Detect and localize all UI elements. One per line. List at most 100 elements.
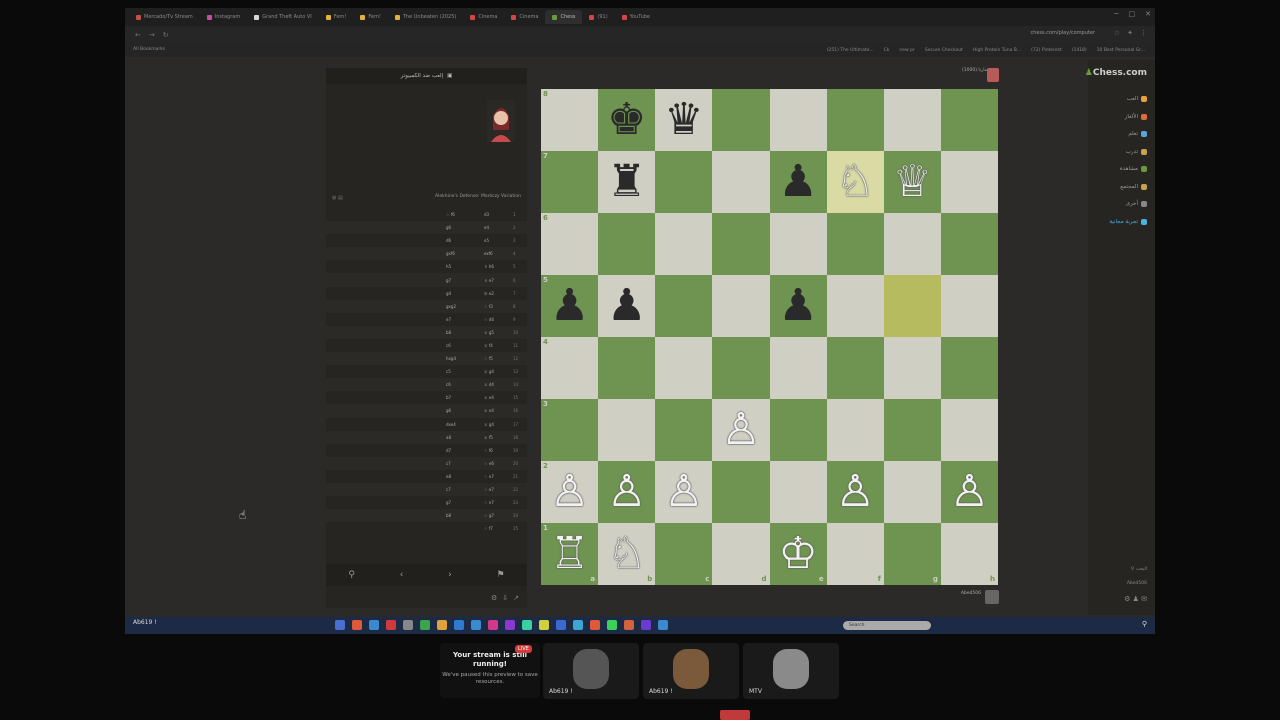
board-square[interactable] xyxy=(883,89,941,151)
resign-flag-icon[interactable]: ⚑ xyxy=(496,570,504,580)
board-square[interactable]: ♟ xyxy=(769,275,827,337)
board-square[interactable] xyxy=(598,213,656,275)
board-square[interactable]: ♙ xyxy=(655,461,713,523)
browser-tab[interactable]: Fem! xyxy=(319,14,354,20)
tray-search-icon[interactable]: ⚲ xyxy=(1142,620,1147,628)
browser-tab[interactable]: Grand Theft Auto VI xyxy=(247,14,319,20)
board-square[interactable] xyxy=(712,337,770,399)
board-square[interactable] xyxy=(940,213,998,275)
taskbar-app-icon[interactable] xyxy=(573,620,583,630)
board-square[interactable]: ♙ xyxy=(712,399,770,461)
board-square[interactable]: ♟ xyxy=(769,151,827,213)
rail-nav-item[interactable]: تجربة مجانية xyxy=(1109,218,1147,225)
bookmark-item[interactable]: Secure Checkout xyxy=(925,48,963,53)
board-square[interactable] xyxy=(598,337,656,399)
stream-thumbnail[interactable]: Ab619 ! xyxy=(643,643,739,699)
taskbar-app-icon[interactable] xyxy=(658,620,668,630)
move-row[interactable]: gxg2 ♘ f3 8 xyxy=(326,299,527,313)
board-square[interactable]: ♙ xyxy=(598,461,656,523)
board-square[interactable] xyxy=(655,399,713,461)
browser-tab[interactable]: The Unbeaten (2025) xyxy=(388,14,463,20)
chess-piece[interactable]: ♕ xyxy=(893,160,932,204)
board-square[interactable]: ♛ xyxy=(655,89,713,151)
move-row[interactable]: ♘ f7 25 xyxy=(326,522,527,535)
board-square[interactable] xyxy=(940,151,998,213)
taskbar-app-icon[interactable] xyxy=(505,620,515,630)
board-square[interactable]: ♙ xyxy=(826,461,884,523)
taskbar-app-icon[interactable] xyxy=(590,620,600,630)
board-square[interactable]: f xyxy=(826,523,884,585)
board-square[interactable] xyxy=(712,461,770,523)
move-row[interactable]: ♘ f6 d3 1 xyxy=(326,208,527,221)
chess-piece[interactable]: ♟ xyxy=(778,284,817,328)
move-row[interactable]: a8 ♕ f5 18 xyxy=(326,430,527,444)
taskbar-app-icon[interactable] xyxy=(386,620,396,630)
forward-icon[interactable]: → xyxy=(149,31,155,39)
taskbar-app-icon[interactable] xyxy=(369,620,379,630)
move-row[interactable]: d6 e5 3 xyxy=(326,234,527,247)
chess-piece[interactable]: ♔ xyxy=(778,532,817,576)
stream-thumbnail[interactable]: MTV xyxy=(743,643,839,699)
share-icon[interactable]: ↗ xyxy=(513,594,519,602)
board-square[interactable]: c xyxy=(655,523,713,585)
board-square[interactable]: b ♘ xyxy=(598,523,656,585)
move-row[interactable]: e8 ♘ e7 21 xyxy=(326,470,527,483)
move-row[interactable]: e7 ♘ d4 9 xyxy=(326,313,527,326)
bookmark-item[interactable]: Ck xyxy=(884,48,890,53)
board-square[interactable] xyxy=(655,213,713,275)
browser-tab[interactable]: Mercado/Tv Stream xyxy=(129,14,200,20)
browser-tab[interactable]: Cinema xyxy=(504,14,545,20)
board-square[interactable] xyxy=(769,461,827,523)
chesscom-logo[interactable]: ♟Chess.com xyxy=(1085,68,1147,78)
menu-icon[interactable]: ⋮ xyxy=(1140,29,1147,37)
rail-nav-item[interactable]: الألغاز xyxy=(1125,113,1147,120)
bookmark-item[interactable]: new pr xyxy=(899,48,914,53)
chess-piece[interactable]: ♙ xyxy=(721,408,760,452)
chess-board[interactable]: 8 ♚ ♛ 7 ♜ ♟ ♘ ♕ 6 5 ♟ ♟ ♟ 4 3 ♙ 2 ♙ ♙ ♙ ♙ ♙ 1 a ♖ b ♘ c d e ♔ f g h xyxy=(541,89,998,585)
move-row[interactable]: b8 ♕ g5 10 xyxy=(326,325,527,339)
extensions-icon[interactable]: ✦ xyxy=(1127,29,1133,37)
board-square[interactable] xyxy=(883,399,941,461)
board-square[interactable] xyxy=(826,275,884,337)
move-row[interactable]: c7 ♘ e7 22 xyxy=(326,482,527,497)
browser-tab[interactable]: Fem! xyxy=(353,14,388,20)
rail-nav-item[interactable]: العب xyxy=(1127,96,1147,102)
chess-piece[interactable]: ♙ xyxy=(950,470,989,514)
taskbar-app-icon[interactable] xyxy=(624,620,634,630)
board-square[interactable]: 6 xyxy=(541,213,599,275)
download-icon[interactable]: ⇩ xyxy=(502,594,508,602)
bookmark-item[interactable]: (72) Pinterest xyxy=(1031,48,1062,53)
move-row[interactable]: g4 ♔ e2 7 xyxy=(326,287,527,300)
rail-search[interactable]: ⚲ البحث xyxy=(1131,567,1147,572)
taskbar-app-icon[interactable] xyxy=(420,620,430,630)
star-icon[interactable]: ☆ xyxy=(1114,29,1120,37)
board-square[interactable]: 1 a ♖ xyxy=(541,523,599,585)
taskbar-widget[interactable]: Ab619 ! xyxy=(133,619,157,626)
browser-tab[interactable]: Instagram xyxy=(200,14,247,20)
board-square[interactable] xyxy=(826,399,884,461)
all-bookmarks[interactable]: All Bookmarks xyxy=(133,47,165,52)
move-row[interactable]: c6 ♕ d4 14 xyxy=(326,378,527,392)
chess-piece[interactable]: ♘ xyxy=(607,532,646,576)
chess-piece[interactable]: ♙ xyxy=(664,470,703,514)
chess-piece[interactable]: ♛ xyxy=(664,98,703,142)
board-square[interactable]: ♚ xyxy=(598,89,656,151)
rail-nav-item[interactable]: تدرب xyxy=(1126,148,1147,155)
board-square[interactable] xyxy=(769,213,827,275)
move-row[interactable]: d7 ♘ f6 19 xyxy=(326,444,527,457)
browser-tab[interactable]: Cinema xyxy=(463,14,504,20)
chess-piece[interactable]: ♜ xyxy=(607,160,646,204)
board-square[interactable]: 5 ♟ xyxy=(541,275,599,337)
analysis-icon[interactable]: ⚲ xyxy=(348,570,355,580)
minimize-icon[interactable]: ─ xyxy=(1114,10,1118,18)
board-square[interactable] xyxy=(940,89,998,151)
chess-piece[interactable]: ♟ xyxy=(607,284,646,328)
board-square[interactable]: ♟ xyxy=(598,275,656,337)
board-square[interactable]: 3 xyxy=(541,399,599,461)
chess-piece[interactable]: ♟ xyxy=(778,160,817,204)
browser-tab[interactable]: Chess xyxy=(545,10,583,24)
move-row[interactable]: g6 e4 2 xyxy=(326,221,527,235)
board-square[interactable] xyxy=(826,337,884,399)
move-row[interactable]: gxf6 exf6 4 xyxy=(326,247,527,261)
bookmark-item[interactable]: 10 Best Personal Gr... xyxy=(1097,48,1145,53)
